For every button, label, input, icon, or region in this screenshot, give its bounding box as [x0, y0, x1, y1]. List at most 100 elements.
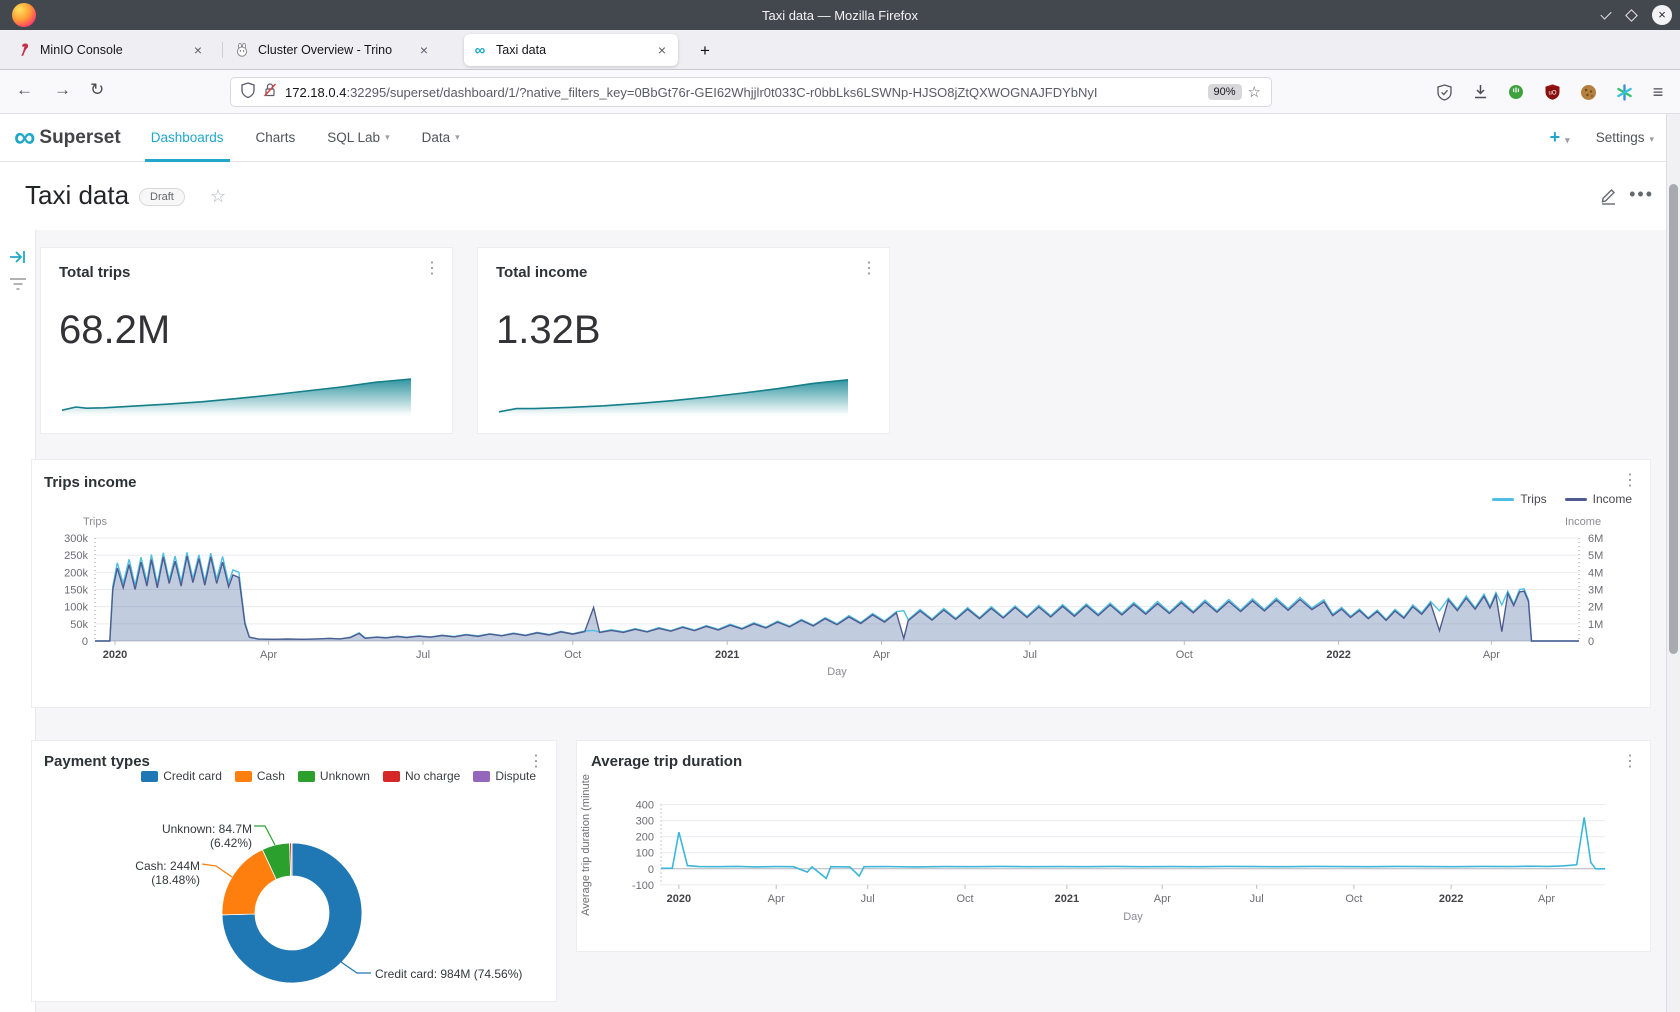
legend-item-unknown[interactable]: Unknown	[298, 769, 370, 783]
draft-badge: Draft	[139, 188, 185, 206]
tab-label: Cluster Overview - Trino	[258, 43, 416, 57]
svg-text:Day: Day	[827, 666, 847, 678]
superset-navbar: ∞ Superset Dashboards Charts SQL Lab▾ Da…	[0, 114, 1680, 162]
tab-minio-console[interactable]: MinIO Console ×	[8, 34, 214, 66]
svg-text:300k: 300k	[64, 533, 88, 545]
svg-text:3M: 3M	[1588, 585, 1603, 597]
legend-item-cash[interactable]: Cash	[235, 769, 285, 783]
big-number-value: 68.2M	[59, 308, 170, 353]
tab-taxi-data-active[interactable]: ∞ Taxi data ×	[464, 34, 678, 66]
tab-close-icon[interactable]: ×	[654, 42, 670, 58]
card-average-trip-duration: Average trip duration ⋮ 4003002001000-10…	[576, 740, 1651, 952]
expand-filter-bar-icon[interactable]	[8, 248, 28, 271]
svg-text:2021: 2021	[715, 649, 739, 661]
superset-logo-icon: ∞	[14, 125, 35, 151]
legend-swatch	[383, 771, 400, 782]
cookie-extension-icon[interactable]	[1578, 82, 1598, 102]
svg-text:250k: 250k	[64, 550, 88, 562]
new-tab-button[interactable]: +	[692, 38, 718, 64]
total-income-sparkline[interactable]	[499, 374, 848, 416]
reload-button[interactable]: ↻	[90, 80, 104, 100]
window-titlebar: Taxi data — Mozilla Firefox ×	[0, 0, 1680, 30]
window-maximize-icon[interactable]	[1625, 9, 1638, 22]
svg-text:100: 100	[636, 848, 654, 860]
url-rest: :32295/superset/dashboard/1/?native_filt…	[346, 85, 1097, 100]
svg-text:Jul: Jul	[1023, 649, 1037, 661]
downloads-icon[interactable]	[1470, 82, 1490, 102]
chart-kebab-menu[interactable]: ⋮	[528, 751, 544, 771]
card-payment-types: Payment types ⋮ Credit card Cash Unknown…	[31, 740, 557, 1002]
bookmark-star-icon[interactable]: ☆	[1248, 83, 1261, 101]
back-button[interactable]: ←	[16, 80, 33, 100]
dashboard-more-menu[interactable]: •••	[1629, 184, 1654, 205]
chart-kebab-menu[interactable]: ⋮	[424, 258, 440, 278]
zoom-level-badge[interactable]: 90%	[1208, 84, 1242, 100]
svg-text:Oct: Oct	[1176, 649, 1193, 661]
callout-cash: Cash: 244M (18.48%)	[88, 859, 200, 887]
asterisk-extension-icon[interactable]	[1614, 82, 1634, 102]
legend-swatch	[298, 771, 315, 782]
ublock-origin-icon[interactable]: uO	[1542, 82, 1562, 102]
filter-funnel-icon[interactable]	[8, 276, 28, 297]
chart-title: Total trips	[59, 264, 130, 281]
svg-text:Day: Day	[1123, 911, 1143, 923]
forward-button[interactable]: →	[54, 80, 71, 100]
legend-swatch	[473, 771, 490, 782]
edit-dashboard-icon[interactable]	[1599, 186, 1618, 210]
legend-item-credit-card[interactable]: Credit card	[141, 769, 222, 783]
nav-data[interactable]: Data▾	[406, 114, 476, 162]
tracking-shield-icon[interactable]	[241, 82, 255, 103]
income-area	[95, 556, 1579, 641]
superset-logo[interactable]: ∞ Superset	[14, 125, 121, 151]
svg-text:Apr: Apr	[873, 649, 890, 661]
legend-item-no-charge[interactable]: No charge	[383, 769, 460, 783]
dashboard-title: Taxi data	[25, 180, 129, 211]
svg-text:Income: Income	[1565, 516, 1601, 528]
minio-flamingo-icon	[16, 42, 32, 58]
favorite-star-icon[interactable]: ☆	[210, 186, 226, 207]
settings-menu[interactable]: Settings▾	[1596, 130, 1654, 145]
svg-text:300: 300	[636, 816, 654, 828]
nav-charts[interactable]: Charts	[240, 114, 312, 162]
svg-text:2022: 2022	[1439, 893, 1463, 905]
tab-close-icon[interactable]: ×	[416, 42, 432, 58]
screen: Taxi data — Mozilla Firefox × MinIO Cons…	[0, 0, 1680, 1012]
trino-bunny-icon	[234, 42, 250, 58]
card-total-trips: Total trips ⋮ 68.2M	[40, 247, 453, 434]
url-bar[interactable]: 172.18.0.4:32295/superset/dashboard/1/?n…	[230, 77, 1272, 107]
svg-text:0: 0	[82, 636, 88, 648]
insecure-lock-icon[interactable]	[263, 82, 277, 103]
svg-text:2M: 2M	[1588, 602, 1603, 614]
tab-strip: MinIO Console × Cluster Overview - Trino…	[0, 30, 1680, 70]
svg-text:100k: 100k	[64, 602, 88, 614]
legend-item-dispute[interactable]: Dispute	[473, 769, 536, 783]
svg-text:50k: 50k	[70, 619, 88, 631]
hamburger-menu-icon[interactable]: ≡	[1648, 82, 1668, 102]
window-minimize-icon[interactable]	[1600, 8, 1611, 19]
total-trips-sparkline[interactable]	[62, 374, 411, 416]
average-trip-duration-chart[interactable]: 4003002001000-100Average trip duration (…	[577, 741, 1652, 953]
window-close-button[interactable]: ×	[1652, 5, 1672, 25]
protection-shield-check-icon[interactable]	[1434, 82, 1454, 102]
svg-text:Jul: Jul	[1250, 893, 1264, 905]
tab-close-icon[interactable]: ×	[190, 42, 206, 58]
trips-income-chart[interactable]: 300k6M250k5M200k4M150k3M100k2M50k1M00Tri…	[32, 460, 1652, 709]
nav-sql-lab[interactable]: SQL Lab▾	[311, 114, 405, 162]
scrollbar-thumb[interactable]	[1669, 184, 1678, 654]
svg-text:Oct: Oct	[564, 649, 581, 661]
callout-unknown: Unknown: 84.7M (6.42%)	[122, 822, 252, 850]
page-scrollbar[interactable]	[1666, 114, 1680, 1012]
superset-infinity-icon: ∞	[472, 42, 488, 58]
superset-brand-name: Superset	[39, 127, 120, 149]
firefox-logo-icon	[12, 3, 36, 27]
svg-text:Jul: Jul	[416, 649, 430, 661]
nav-dashboards[interactable]: Dashboards	[135, 114, 240, 162]
tab-cluster-overview-trino[interactable]: Cluster Overview - Trino ×	[226, 34, 440, 66]
add-new-button[interactable]: +▾	[1550, 127, 1570, 148]
tab-separator	[222, 42, 223, 58]
chart-kebab-menu[interactable]: ⋮	[861, 258, 877, 278]
dashboard-header: Taxi data Draft ☆ •••	[0, 162, 1680, 230]
url-text[interactable]: 172.18.0.4:32295/superset/dashboard/1/?n…	[285, 85, 1202, 100]
svg-text:Apr: Apr	[1483, 649, 1500, 661]
green-extension-icon[interactable]	[1506, 82, 1526, 102]
